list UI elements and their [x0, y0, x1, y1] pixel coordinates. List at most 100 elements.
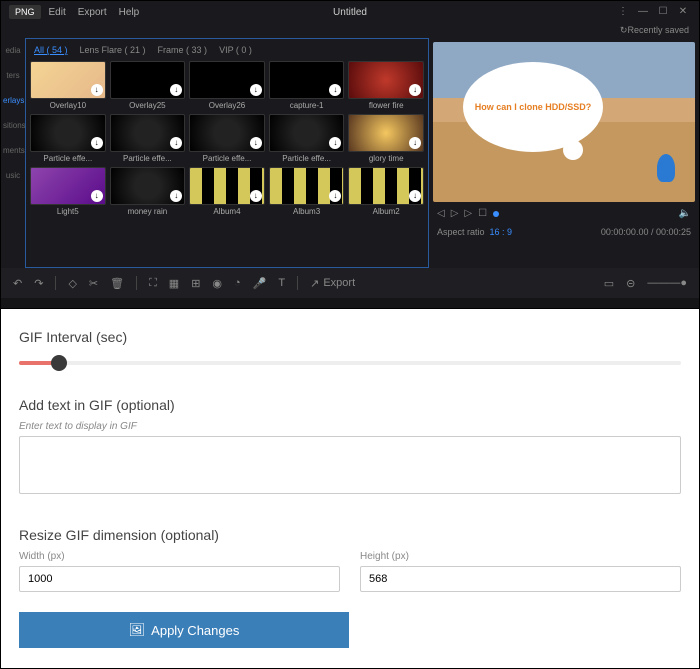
- asset-item[interactable]: ↓Overlay10: [30, 61, 106, 110]
- gif-form: GIF Interval (sec) Add text in GIF (opti…: [0, 309, 700, 669]
- cut-icon[interactable]: ✂: [89, 277, 98, 290]
- asset-item[interactable]: ↓Particle effe...: [30, 114, 106, 163]
- download-icon[interactable]: ↓: [170, 190, 182, 202]
- fit-icon[interactable]: ▭: [604, 277, 614, 290]
- timecode: 00:00:00.00 / 00:00:25: [601, 227, 691, 237]
- asset-item[interactable]: ↓Particle effe...: [110, 114, 186, 163]
- asset-tabs: All ( 54 ) Lens Flare ( 21 ) Frame ( 33 …: [30, 43, 424, 61]
- tab-lens-flare[interactable]: Lens Flare ( 21 ): [80, 45, 146, 55]
- speech-bubble: How can I clone HDD/SSD?: [463, 62, 603, 152]
- download-icon[interactable]: ↓: [329, 84, 341, 96]
- asset-item[interactable]: ↓money rain: [110, 167, 186, 216]
- recently-saved-badge: ↻Recently saved: [1, 23, 699, 38]
- mic-icon[interactable]: 🎤: [253, 277, 267, 290]
- zoom-slider[interactable]: ———●: [647, 277, 687, 289]
- next-icon[interactable]: ▷: [464, 208, 472, 219]
- width-label: Width (px): [19, 551, 340, 562]
- apply-button[interactable]: 🖼 Apply Changes: [19, 612, 349, 648]
- preview-panel: How can I clone HDD/SSD? ◁ ▷ ▷ ☐ 🔈 Aspec…: [429, 38, 699, 268]
- nav-transitions[interactable]: sitions: [1, 113, 25, 138]
- nav-music[interactable]: usic: [1, 163, 25, 188]
- menu-bar: Edit Export Help: [49, 7, 140, 18]
- nav-elements[interactable]: ments: [1, 138, 25, 163]
- download-icon[interactable]: ↓: [409, 190, 421, 202]
- tab-vip[interactable]: VIP ( 0 ): [219, 45, 252, 55]
- aspect-row: Aspect ratio 16 : 9 00:00:00.00 / 00:00:…: [433, 225, 695, 239]
- download-icon[interactable]: ↓: [250, 84, 262, 96]
- thumbnail-grid: ↓Overlay10 ↓Overlay25 ↓Overlay26 ↓captur…: [30, 61, 424, 216]
- download-icon[interactable]: ↓: [409, 137, 421, 149]
- character-icon: [657, 154, 675, 182]
- download-icon[interactable]: ↓: [91, 190, 103, 202]
- asset-item[interactable]: ↓Album2: [348, 167, 424, 216]
- toolbar: ↶ ↷ ◇ ✂ 🗑 ⛶ ▦ ⊞ ◉ ◔ 🎤 T ↗Export ▭ ⊝ ———●: [1, 268, 699, 298]
- download-icon[interactable]: ↓: [170, 137, 182, 149]
- asset-item[interactable]: ↓capture-1: [269, 61, 345, 110]
- asset-item[interactable]: ↓Overlay25: [110, 61, 186, 110]
- crop-icon[interactable]: ⛶: [149, 277, 157, 290]
- grid-icon[interactable]: ⊞: [191, 277, 200, 290]
- close-icon[interactable]: ✕: [675, 6, 691, 18]
- menu-export[interactable]: Export: [78, 7, 107, 18]
- more-icon[interactable]: ⋮: [615, 6, 631, 18]
- download-icon[interactable]: ↓: [250, 190, 262, 202]
- nav-filters[interactable]: ters: [1, 63, 25, 88]
- timer-icon[interactable]: ◔: [234, 277, 241, 289]
- width-input[interactable]: [19, 566, 340, 592]
- resize-label: Resize GIF dimension (optional): [19, 527, 681, 543]
- height-input[interactable]: [360, 566, 681, 592]
- asset-item[interactable]: ↓Album3: [269, 167, 345, 216]
- main-area: edia ters erlays sitions ments usic All …: [1, 38, 699, 268]
- layout-icon[interactable]: ▦: [169, 277, 179, 290]
- preview-video[interactable]: How can I clone HDD/SSD?: [433, 42, 695, 202]
- asset-item[interactable]: ↓glory time: [348, 114, 424, 163]
- asset-item[interactable]: ↓Album4: [189, 167, 265, 216]
- asset-item[interactable]: ↓Particle effe...: [189, 114, 265, 163]
- menu-help[interactable]: Help: [119, 7, 140, 18]
- export-button[interactable]: ↗Export: [310, 277, 355, 290]
- aspect-ratio[interactable]: 16 : 9: [490, 227, 513, 237]
- playback-controls: ◁ ▷ ▷ ☐ 🔈: [433, 202, 695, 225]
- side-nav: edia ters erlays sitions ments usic: [1, 38, 25, 268]
- record-icon[interactable]: ◉: [212, 277, 222, 290]
- asset-panel: All ( 54 ) Lens Flare ( 21 ) Frame ( 33 …: [25, 38, 429, 268]
- download-icon[interactable]: ↓: [409, 84, 421, 96]
- tab-frame[interactable]: Frame ( 33 ): [158, 45, 208, 55]
- minimize-icon[interactable]: —: [635, 6, 651, 18]
- download-icon[interactable]: ↓: [329, 190, 341, 202]
- timeline[interactable]: [1, 298, 699, 308]
- nav-media[interactable]: edia: [1, 38, 25, 63]
- volume-icon[interactable]: 🔈: [679, 208, 691, 219]
- asset-item[interactable]: ↓flower fire: [348, 61, 424, 110]
- export-icon: ↗: [310, 277, 319, 290]
- text-icon[interactable]: T: [278, 277, 285, 289]
- image-icon: 🖼: [129, 622, 146, 638]
- download-icon[interactable]: ↓: [91, 84, 103, 96]
- asset-item[interactable]: ↓Light5: [30, 167, 106, 216]
- interval-slider[interactable]: [19, 353, 681, 373]
- download-icon[interactable]: ↓: [170, 84, 182, 96]
- play-icon[interactable]: ▷: [451, 208, 459, 219]
- download-icon[interactable]: ↓: [250, 137, 262, 149]
- stop-icon[interactable]: ☐: [478, 208, 487, 219]
- nav-overlays[interactable]: erlays: [1, 88, 25, 113]
- asset-item[interactable]: ↓Particle effe...: [269, 114, 345, 163]
- tag-icon[interactable]: ◇: [68, 277, 76, 290]
- download-icon[interactable]: ↓: [91, 137, 103, 149]
- window-controls: ⋮ — ☐ ✕: [615, 6, 691, 18]
- zoom-icon[interactable]: ⊝: [626, 277, 635, 290]
- addtext-hint: Enter text to display in GIF: [19, 421, 681, 432]
- asset-item[interactable]: ↓Overlay26: [189, 61, 265, 110]
- menu-edit[interactable]: Edit: [49, 7, 66, 18]
- undo-icon[interactable]: ↶: [13, 277, 22, 290]
- delete-icon[interactable]: 🗑: [110, 277, 124, 290]
- tab-all[interactable]: All ( 54 ): [34, 45, 68, 55]
- slider-thumb[interactable]: [51, 355, 67, 371]
- maximize-icon[interactable]: ☐: [655, 6, 671, 18]
- topbar: PNG Edit Export Help Untitled ⋮ — ☐ ✕: [1, 1, 699, 23]
- progress-dot[interactable]: [493, 211, 499, 217]
- download-icon[interactable]: ↓: [329, 137, 341, 149]
- redo-icon[interactable]: ↷: [34, 277, 43, 290]
- addtext-input[interactable]: [19, 436, 681, 494]
- prev-icon[interactable]: ◁: [437, 208, 445, 219]
